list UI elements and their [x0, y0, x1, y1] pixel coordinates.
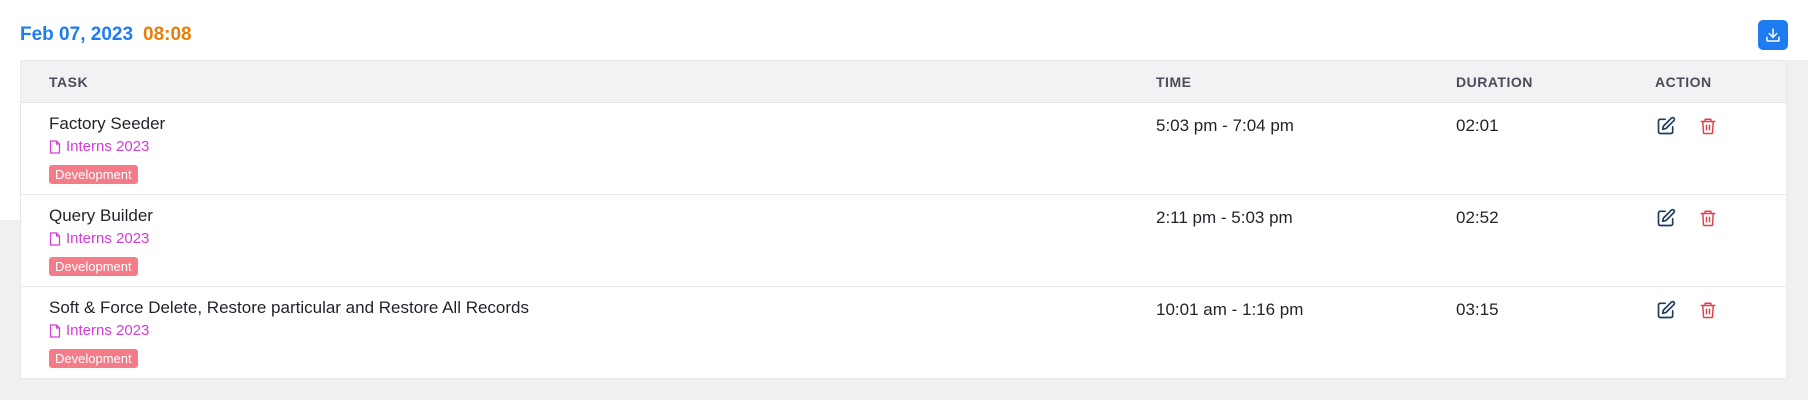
- tag-badge: Development: [49, 165, 138, 184]
- edit-button[interactable]: [1655, 207, 1677, 229]
- edit-button[interactable]: [1655, 299, 1677, 321]
- date-label: Feb 07, 2023: [20, 24, 134, 45]
- project-link[interactable]: Interns 2023: [49, 138, 149, 155]
- duration: 03:15: [1456, 300, 1499, 319]
- duration: 02:52: [1456, 208, 1499, 227]
- tag-badge: Development: [49, 349, 138, 368]
- edit-icon: [1657, 300, 1676, 319]
- project-link[interactable]: Interns 2023: [49, 322, 149, 339]
- row-actions: [1655, 299, 1719, 321]
- row-actions: [1655, 207, 1719, 229]
- delete-button[interactable]: [1697, 299, 1719, 321]
- column-header-duration: DURATION: [1456, 74, 1533, 90]
- total-time-label: 08:08: [143, 24, 192, 45]
- download-icon: [1766, 28, 1780, 42]
- project-name: Interns 2023: [66, 322, 150, 339]
- column-header-task: TASK: [49, 74, 89, 90]
- trash-icon: [1700, 302, 1716, 319]
- project-link[interactable]: Interns 2023: [49, 230, 149, 247]
- task-name: Soft & Force Delete, Restore particular …: [49, 298, 529, 317]
- delete-button[interactable]: [1697, 115, 1719, 137]
- table-header: TASK TIME DURATION ACTION: [21, 61, 1786, 103]
- project-name: Interns 2023: [66, 138, 150, 155]
- edit-button[interactable]: [1655, 115, 1677, 137]
- table-row: Query Builder Interns 2023 Development 2…: [21, 195, 1786, 287]
- trash-icon: [1700, 118, 1716, 135]
- delete-button[interactable]: [1697, 207, 1719, 229]
- task-name: Query Builder: [49, 206, 153, 225]
- table-row: Factory Seeder Interns 2023 Development …: [21, 103, 1786, 195]
- task-name: Factory Seeder: [49, 114, 166, 133]
- file-icon: [49, 139, 61, 154]
- edit-icon: [1657, 116, 1676, 135]
- file-icon: [49, 231, 61, 246]
- table-row: Soft & Force Delete, Restore particular …: [21, 287, 1786, 379]
- time-range: 10:01 am - 1:16 pm: [1156, 300, 1304, 319]
- date-header: Feb 07, 2023 08:08: [20, 24, 192, 46]
- time-range: 5:03 pm - 7:04 pm: [1156, 116, 1294, 135]
- row-actions: [1655, 115, 1719, 137]
- duration: 02:01: [1456, 116, 1499, 135]
- column-header-time: TIME: [1156, 74, 1192, 90]
- column-header-action: ACTION: [1655, 74, 1712, 90]
- project-name: Interns 2023: [66, 230, 150, 247]
- file-icon: [49, 323, 61, 338]
- time-entries-table: TASK TIME DURATION ACTION Factory Seeder…: [20, 60, 1787, 379]
- tag-badge: Development: [49, 257, 138, 276]
- trash-icon: [1700, 210, 1716, 227]
- time-range: 2:11 pm - 5:03 pm: [1156, 208, 1293, 227]
- edit-icon: [1657, 208, 1676, 227]
- download-button[interactable]: [1758, 20, 1788, 50]
